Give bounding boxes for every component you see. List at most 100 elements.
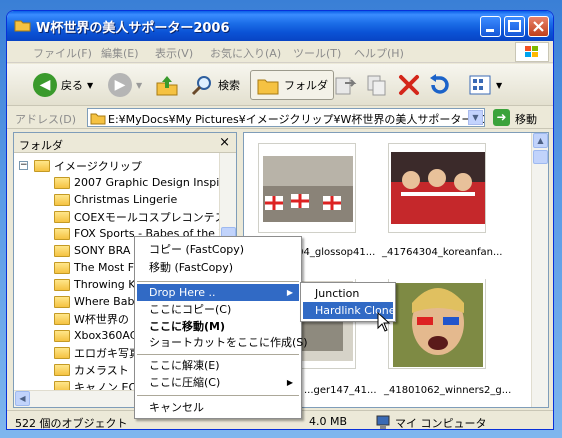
folder-icon [54, 244, 70, 257]
address-bar: アドレス(D) E:¥MyDocs¥My Pictures¥イメージクリップ¥W… [7, 107, 553, 129]
scrollbar-thumb[interactable] [533, 150, 548, 164]
tree-item-label: Christmas Lingerie [74, 193, 178, 206]
folder-icon [54, 176, 70, 189]
total-size: 4.0 MB [309, 415, 348, 428]
menu-item-create-shortcut[interactable]: ショートカットをここに作成(S) [137, 334, 308, 351]
tree-item-label: Where Babi [74, 295, 138, 308]
back-button[interactable]: ◀ 戻る ▼ [33, 70, 93, 100]
tree-item-label: Xbox360AC [74, 329, 138, 342]
copy-to-icon [367, 75, 386, 96]
tree-item[interactable]: エロガキ写真 [54, 344, 140, 361]
tree-root[interactable]: イメージクリップ [34, 157, 142, 174]
menu-item-fastcopy-move[interactable]: 移動 (FastCopy) [137, 259, 299, 276]
go-icon[interactable]: ➜ [493, 109, 510, 126]
address-value: E:¥MyDocs¥My Pictures¥イメージクリップ¥W杯世界の美人サポ… [108, 113, 485, 126]
tree-item[interactable]: Where Babi [54, 293, 138, 310]
search-icon [191, 76, 211, 96]
undo-button[interactable] [427, 70, 451, 100]
folder-icon [54, 261, 70, 274]
menu-item-cancel[interactable]: キャンセル [137, 399, 299, 416]
menu-item-copy-here[interactable]: ここにコピー(C) [137, 301, 299, 318]
menu-help[interactable]: ヘルプ(H) [354, 45, 404, 61]
submenu-arrow-icon: ▶ [286, 378, 293, 387]
views-icon [469, 75, 491, 95]
collapse-icon[interactable]: − [19, 161, 28, 170]
search-label: 検索 [218, 79, 240, 92]
tree-item-label: カメラスト [74, 363, 129, 377]
mouse-cursor-icon [377, 312, 391, 332]
title-bar[interactable]: W杯世界の美人サポーター2006 [7, 11, 553, 41]
scroll-up-button[interactable]: ▲ [533, 133, 548, 148]
tree-item-label: エロガキ写真 [74, 346, 140, 360]
my-computer-icon [376, 415, 390, 429]
context-menu: コピー (FastCopy) 移動 (FastCopy) Drop Here .… [134, 236, 308, 419]
menu-item-drop-here[interactable]: Drop Here .. ▶ [137, 284, 299, 301]
tree-root-label: イメージクリップ [54, 159, 142, 173]
folders-button[interactable]: フォルダ [250, 70, 334, 100]
go-button[interactable]: 移動 [515, 111, 537, 127]
tree-item[interactable]: SONY BRA [54, 242, 130, 259]
maximize-button[interactable] [504, 16, 525, 37]
folder-pane-header: フォルダ × [14, 133, 236, 153]
menu-item-extract-here[interactable]: ここに解凍(E) [137, 357, 299, 374]
file-name[interactable]: _41801062_winners2_g... [384, 385, 511, 396]
folder-icon [14, 20, 31, 32]
menu-favorites[interactable]: お気に入り(A) [210, 45, 281, 61]
file-name[interactable]: _41764304_koreanfan... [382, 247, 502, 258]
menu-edit[interactable]: 編集(E) [101, 45, 139, 61]
folder-pane-title: フォルダ [19, 139, 63, 152]
file-thumbnail[interactable] [388, 279, 486, 369]
delete-icon [399, 75, 419, 95]
file-name[interactable]: ...ger147_41... [304, 385, 377, 396]
tree-item[interactable]: The Most F [54, 259, 134, 276]
tree-item[interactable]: COEXモールコスプレコンテスト [54, 208, 237, 225]
views-button[interactable]: ▼ [468, 70, 502, 100]
close-button[interactable] [528, 16, 549, 37]
folder-view-icon [257, 79, 279, 95]
folder-icon [54, 210, 70, 223]
folder-pane-close-button[interactable]: × [219, 135, 230, 150]
folder-icon [54, 295, 70, 308]
move-to-button[interactable] [333, 70, 357, 100]
file-pane-vertical-scrollbar[interactable]: ▲ [531, 133, 548, 407]
tree-item[interactable]: Xbox360AC [54, 327, 137, 344]
file-thumbnail[interactable] [258, 143, 356, 233]
tree-item[interactable]: 2007 Graphic Design Inspirat [54, 174, 235, 191]
menu-view[interactable]: 表示(V) [155, 45, 193, 61]
submenu-item-junction[interactable]: Junction [303, 285, 393, 302]
file-thumbnail[interactable] [388, 143, 486, 233]
delete-button[interactable] [397, 70, 421, 100]
menu-separator [137, 281, 299, 282]
thumbnail-image [263, 156, 353, 222]
scroll-left-button[interactable]: ◀ [15, 391, 30, 406]
folder-icon [34, 159, 50, 172]
close-icon [533, 21, 544, 32]
tree-item[interactable]: Throwing K [54, 276, 135, 293]
submenu-arrow-icon: ▶ [286, 288, 293, 297]
window-title: W杯世界の美人サポーター2006 [36, 21, 230, 36]
tree-item[interactable]: カメラスト [54, 361, 129, 378]
minimize-icon [486, 29, 494, 32]
folder-icon [54, 227, 70, 240]
tree-item-current[interactable]: W杯世界の [54, 310, 129, 327]
up-button[interactable] [155, 70, 179, 100]
object-count: 522 個のオブジェクト [15, 417, 128, 430]
folder-icon [54, 193, 70, 206]
tree-item[interactable]: Christmas Lingerie [54, 191, 177, 208]
menu-item-move-here[interactable]: ここに移動(M) [137, 318, 299, 335]
thumbnail-image [393, 283, 483, 367]
menu-bar: ファイル(F) 編集(E) 表示(V) お気に入り(A) ツール(T) ヘルプ(… [7, 41, 553, 63]
address-dropdown-button[interactable]: ▼ [468, 110, 483, 125]
back-label: 戻る [61, 79, 83, 92]
menu-file[interactable]: ファイル(F) [33, 45, 92, 61]
address-input[interactable]: E:¥MyDocs¥My Pictures¥イメージクリップ¥W杯世界の美人サポ… [87, 108, 485, 127]
menu-tools[interactable]: ツール(T) [293, 45, 341, 61]
maximize-icon [508, 20, 521, 32]
menu-item-compress-here[interactable]: ここに圧縮(C) ▶ [137, 374, 299, 391]
copy-to-button[interactable] [365, 70, 389, 100]
menu-item-fastcopy-copy[interactable]: コピー (FastCopy) [137, 241, 299, 258]
move-to-icon [335, 77, 357, 95]
search-button[interactable]: 検索 [190, 70, 240, 100]
forward-button[interactable]: ▶ ▼ [108, 70, 142, 100]
minimize-button[interactable] [480, 16, 501, 37]
